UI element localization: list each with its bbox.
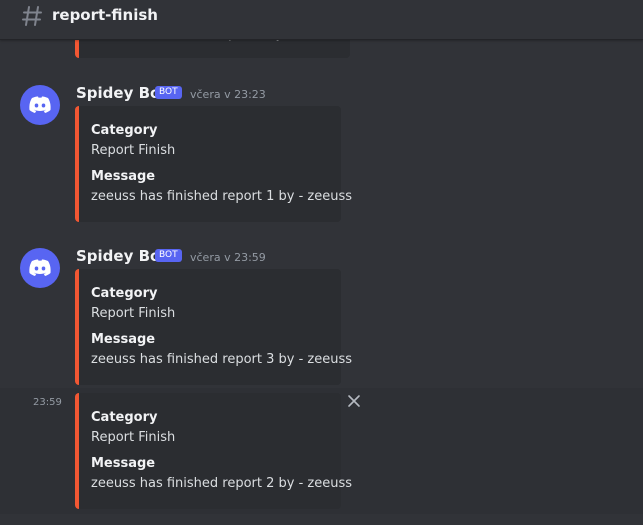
embed-field-value: Report Finish (91, 306, 176, 321)
message-embed: Category Report Finish Message zeeuss ha… (75, 269, 352, 385)
embed-field-value: zeeuss has finished report 2 by - zeeuss (91, 476, 353, 491)
message-author[interactable]: Spidey Bot (76, 84, 168, 102)
bot-tag: BOT (155, 249, 182, 262)
embed-field-value: zeeuss has finished report 3 by - zeeuss (91, 352, 353, 367)
hash-icon (22, 6, 42, 26)
message-timestamp[interactable]: včera v 23:23 (190, 88, 266, 102)
bot-tag: BOT (155, 86, 182, 99)
message-author[interactable]: Spidey Bot (76, 247, 168, 265)
embed-field-name: Category (91, 123, 158, 138)
channel-name: report-finish (52, 6, 158, 24)
avatar[interactable] (20, 85, 60, 125)
close-icon[interactable] (347, 394, 361, 408)
message-embed: Category Report Finish Message zeeuss ha… (75, 393, 352, 509)
avatar[interactable] (20, 248, 60, 288)
embed-field-value: zeeuss has finished report 1 by - zeeuss (91, 189, 353, 204)
embed-field-name: Category (91, 286, 158, 301)
discord-logo-icon (29, 96, 51, 113)
discord-logo-icon (29, 259, 51, 276)
embed-field-name: Category (91, 410, 158, 425)
embed-field-name: Message (91, 332, 156, 347)
message-side-timestamp[interactable]: 23:59 (33, 397, 62, 409)
channel-header: report-finish (0, 0, 643, 40)
embed-field-value: Report Finish (91, 430, 176, 445)
message-embed: Category Report Finish Message zeeuss ha… (75, 106, 352, 222)
message-timestamp[interactable]: včera v 23:59 (190, 251, 266, 265)
embed-field-name: Message (91, 456, 156, 471)
embed-field-value: Report Finish (91, 143, 176, 158)
embed-field-name: Message (91, 169, 156, 184)
bottom-strip (0, 514, 643, 525)
